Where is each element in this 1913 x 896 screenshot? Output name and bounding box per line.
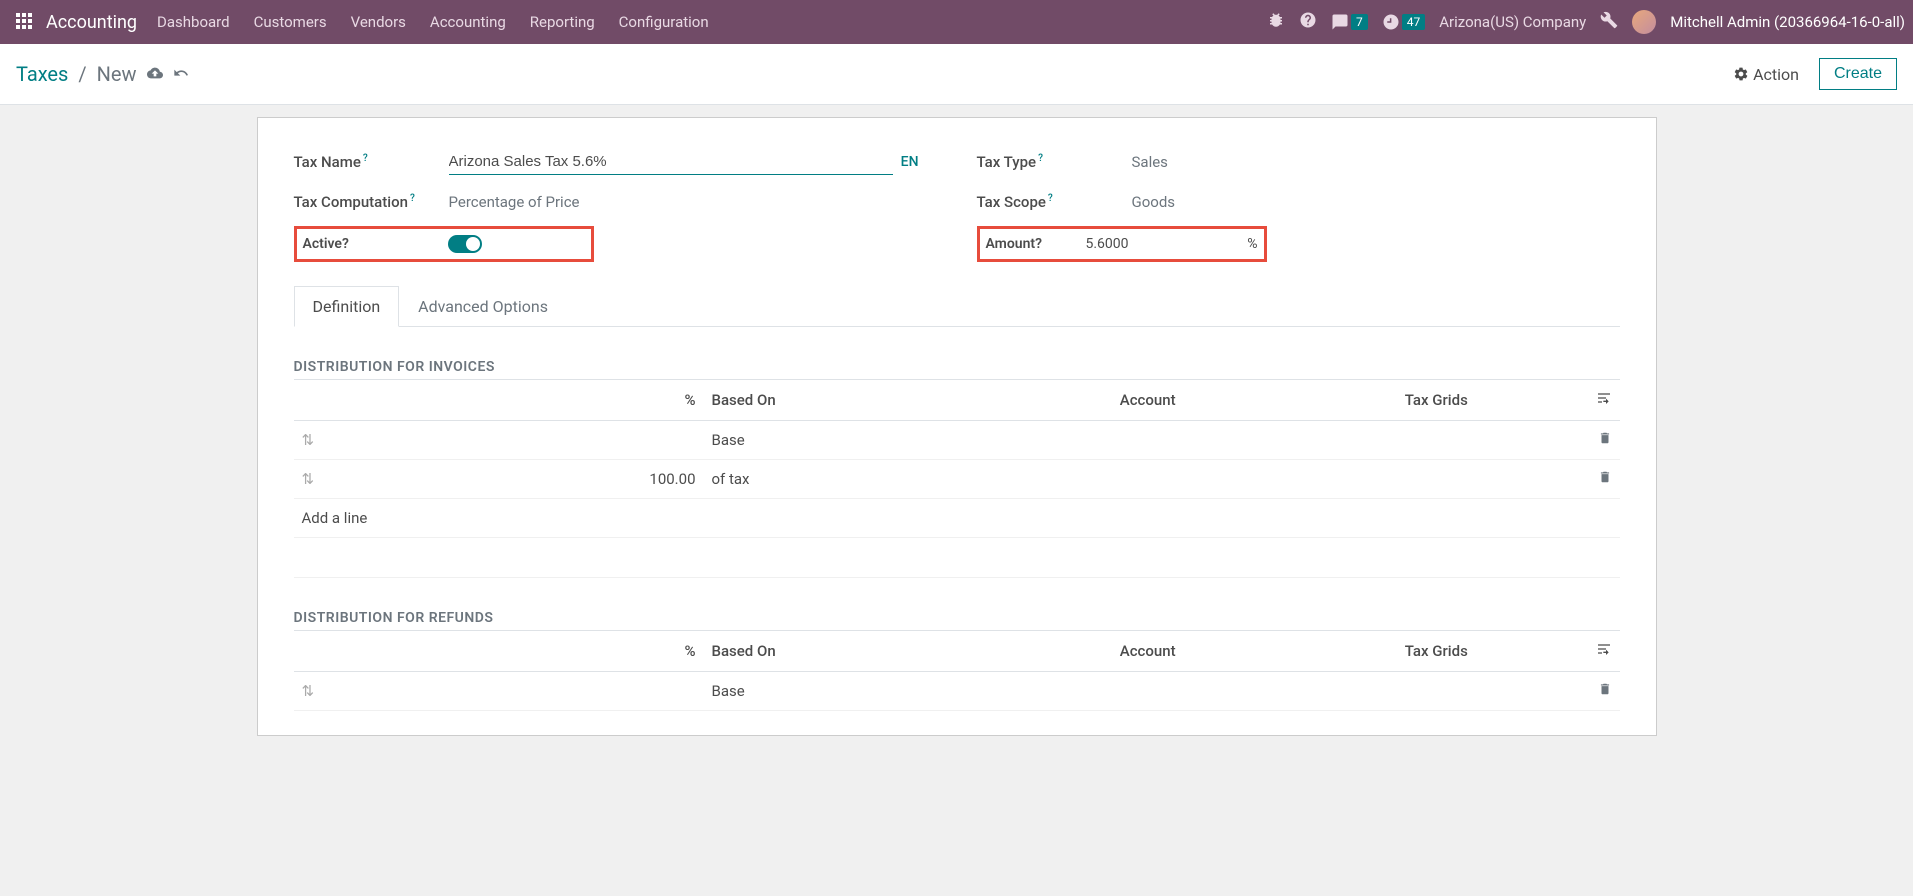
help-icon[interactable]: ? (1035, 236, 1042, 252)
amount-highlight: Amount? 5.6000 % (977, 226, 1267, 262)
cell-based-on[interactable]: Base (704, 672, 1011, 711)
tax-type-value[interactable]: Sales (1132, 153, 1620, 171)
menu-reporting[interactable]: Reporting (530, 13, 595, 31)
menu-configuration[interactable]: Configuration (619, 13, 709, 31)
table-row[interactable]: ⇅ Base (294, 672, 1620, 711)
tax-name-input[interactable] (449, 149, 893, 175)
lang-badge[interactable]: EN (901, 154, 919, 170)
tax-scope-value[interactable]: Goods (1132, 193, 1620, 211)
delete-row-icon[interactable] (1588, 672, 1620, 711)
active-toggle[interactable] (448, 235, 482, 253)
help-icon[interactable]: ? (1038, 153, 1043, 164)
field-tax-scope: Tax Scope? Goods (977, 182, 1620, 222)
section-title-refunds: DISTRIBUTION FOR REFUNDS (294, 610, 1620, 631)
cell-percent[interactable]: 100.00 (324, 460, 704, 499)
menu-accounting[interactable]: Accounting (430, 13, 506, 31)
breadcrumb-current: New (97, 62, 137, 86)
help-icon[interactable]: ? (1048, 193, 1053, 204)
breadcrumb: Taxes / New (16, 62, 189, 86)
cell-based-on[interactable]: Base (704, 421, 1011, 460)
drag-handle-icon[interactable]: ⇅ (294, 421, 324, 460)
field-tax-type: Tax Type? Sales (977, 142, 1620, 182)
menu-customers[interactable]: Customers (254, 13, 327, 31)
breadcrumb-sep: / (78, 62, 86, 86)
create-button[interactable]: Create (1819, 58, 1897, 90)
help-icon[interactable]: ? (363, 153, 368, 164)
help-icon[interactable]: ? (410, 193, 415, 204)
apps-icon[interactable] (16, 13, 34, 31)
topbar: Accounting Dashboard Customers Vendors A… (0, 0, 1913, 44)
table-row[interactable]: ⇅ Base (294, 421, 1620, 460)
delete-row-icon[interactable] (1588, 421, 1620, 460)
bug-icon[interactable] (1267, 11, 1285, 33)
cell-percent[interactable] (324, 421, 704, 460)
drag-handle-icon[interactable]: ⇅ (294, 672, 324, 711)
app-brand[interactable]: Accounting (46, 12, 137, 33)
avatar[interactable] (1632, 10, 1656, 34)
tabs: Definition Advanced Options (294, 286, 1620, 327)
support-icon[interactable] (1299, 11, 1317, 33)
tab-advanced[interactable]: Advanced Options (399, 286, 567, 326)
main-menu: Dashboard Customers Vendors Accounting R… (157, 13, 709, 31)
activities-badge: 47 (1402, 14, 1426, 30)
table-settings-icon[interactable] (1588, 631, 1620, 672)
col-percent: % (324, 380, 704, 421)
field-tax-computation: Tax Computation? Percentage of Price (294, 182, 937, 222)
messages-badge: 7 (1351, 14, 1368, 30)
help-icon[interactable]: ? (342, 236, 349, 252)
col-tax-grids: Tax Grids (1285, 380, 1587, 421)
dist-refunds-table: % Based On Account Tax Grids ⇅ Base (294, 631, 1620, 711)
tax-computation-value[interactable]: Percentage of Price (449, 193, 937, 211)
activities-icon[interactable]: 47 (1382, 13, 1426, 31)
col-percent: % (324, 631, 704, 672)
col-based-on: Based On (704, 380, 1011, 421)
menu-vendors[interactable]: Vendors (351, 13, 406, 31)
dist-invoices-table: % Based On Account Tax Grids ⇅ Base ⇅ (294, 380, 1620, 578)
col-tax-grids: Tax Grids (1285, 631, 1587, 672)
col-based-on: Based On (704, 631, 1011, 672)
field-tax-name: Tax Name? EN (294, 142, 937, 182)
sheet-scroll[interactable]: Tax Name? EN Tax Computation? Percentage… (0, 105, 1913, 896)
action-label: Action (1753, 65, 1799, 84)
action-button[interactable]: Action (1733, 65, 1799, 84)
save-cloud-icon[interactable] (147, 62, 163, 86)
discard-icon[interactable] (173, 62, 189, 86)
table-row[interactable]: ⇅ 100.00 of tax (294, 460, 1620, 499)
breadcrumb-root[interactable]: Taxes (16, 62, 68, 86)
tools-icon[interactable] (1600, 11, 1618, 33)
amount-unit: % (1247, 236, 1257, 252)
col-account: Account (1010, 380, 1285, 421)
add-line-invoices[interactable]: Add a line (294, 499, 1620, 538)
amount-value[interactable]: 5.6000 (1086, 236, 1248, 252)
menu-dashboard[interactable]: Dashboard (157, 13, 230, 31)
cell-based-on[interactable]: of tax (704, 460, 1011, 499)
delete-row-icon[interactable] (1588, 460, 1620, 499)
control-bar: Taxes / New Action Create (0, 44, 1913, 105)
tab-definition[interactable]: Definition (294, 286, 400, 327)
topbar-right: 7 47 Arizona(US) Company Mitchell Admin … (1267, 10, 1905, 34)
active-highlight: Active? (294, 226, 594, 262)
table-settings-icon[interactable] (1588, 380, 1620, 421)
form-sheet: Tax Name? EN Tax Computation? Percentage… (257, 117, 1657, 736)
drag-handle-icon[interactable]: ⇅ (294, 460, 324, 499)
user-name[interactable]: Mitchell Admin (20366964-16-0-all) (1670, 13, 1905, 31)
col-account: Account (1010, 631, 1285, 672)
cell-percent[interactable] (324, 672, 704, 711)
company-selector[interactable]: Arizona(US) Company (1439, 13, 1586, 31)
messages-icon[interactable]: 7 (1331, 13, 1368, 31)
section-title-invoices: DISTRIBUTION FOR INVOICES (294, 359, 1620, 380)
